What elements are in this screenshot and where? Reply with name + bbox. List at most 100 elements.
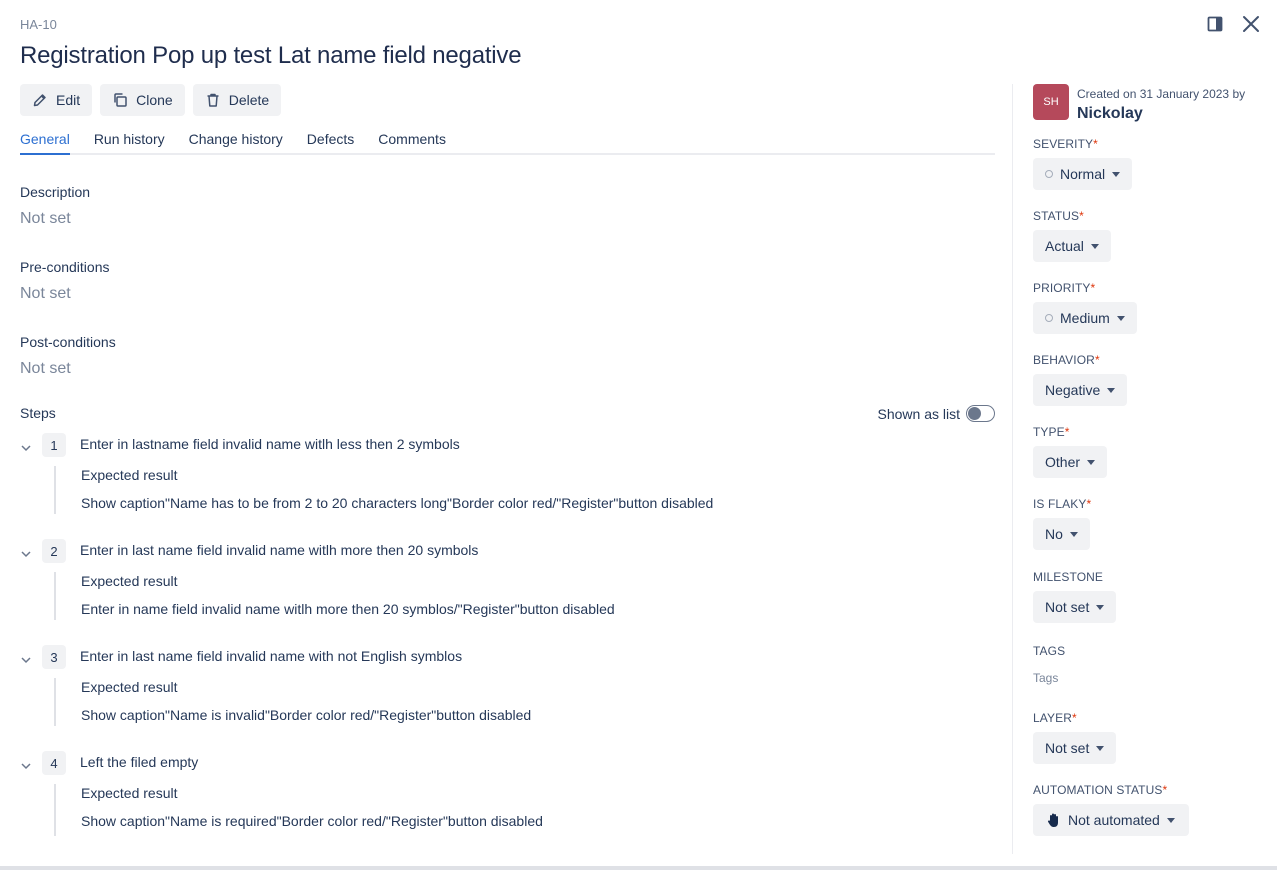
required-mark: *	[1079, 209, 1084, 223]
is-flaky-value: No	[1045, 526, 1063, 542]
expected-result-label: Expected result	[81, 467, 178, 483]
milestone-field: MILESTONE Not set	[1033, 570, 1273, 623]
tags-field: TAGS Tags	[1033, 644, 1273, 685]
postconditions-label: Post-conditions	[20, 334, 116, 350]
expected-result-text: Show caption"Name is invalid"Border colo…	[81, 707, 532, 723]
delete-label: Delete	[228, 92, 270, 108]
tab-general[interactable]: General	[20, 131, 70, 155]
automation-status-value: Not automated	[1068, 812, 1160, 828]
step-text: Enter in last name field invalid name wi…	[80, 542, 479, 558]
description-value[interactable]: Not set	[20, 210, 71, 228]
expected-result-label: Expected result	[81, 785, 178, 801]
shown-as-list-toggle[interactable]	[966, 405, 995, 422]
pencil-icon	[33, 94, 46, 107]
caret-down-icon	[1096, 745, 1105, 751]
priority-select[interactable]: Medium	[1033, 302, 1137, 334]
expected-result-label: Expected result	[81, 679, 178, 695]
required-mark: *	[1064, 425, 1070, 439]
milestone-value: Not set	[1045, 599, 1090, 615]
step-text: Left the filed empty	[80, 754, 199, 770]
chevron-down-icon[interactable]	[20, 548, 32, 560]
chevron-down-icon[interactable]	[20, 442, 32, 454]
severity-field: SEVERITY* Normal	[1033, 137, 1273, 190]
priority-field: PRIORITY* Medium	[1033, 281, 1273, 334]
status-dot-icon	[1045, 170, 1053, 178]
clone-button[interactable]: Clone	[100, 84, 185, 116]
step-expected: Expected result Show caption"Name has to…	[54, 466, 954, 514]
layer-value: Not set	[1045, 740, 1090, 756]
issue-key: HA-10	[20, 17, 57, 32]
caret-down-icon	[1096, 604, 1105, 610]
automation-status-select[interactable]: Not automated	[1033, 804, 1189, 836]
expected-result-label: Expected result	[81, 573, 178, 589]
severity-value: Normal	[1060, 166, 1106, 182]
tags-input[interactable]: Tags	[1033, 671, 1273, 685]
type-field: TYPE* Other	[1033, 425, 1273, 478]
layer-field: LAYER* Not set	[1033, 711, 1273, 764]
severity-select[interactable]: Normal	[1033, 158, 1133, 190]
description-label: Description	[20, 184, 91, 200]
created-text: Created on 31 January 2023 by	[1077, 87, 1246, 101]
preconditions-label: Pre-conditions	[20, 259, 110, 275]
postconditions-value[interactable]: Not set	[20, 360, 71, 378]
status-field: STATUS* Actual	[1033, 209, 1273, 262]
step-number: 2	[42, 539, 66, 563]
milestone-select[interactable]: Not set	[1033, 591, 1117, 623]
caret-down-icon	[1107, 387, 1116, 393]
page-title: Registration Pop up test Lat name field …	[20, 42, 522, 69]
type-value: Other	[1045, 454, 1081, 470]
tags-label: TAGS	[1033, 644, 1066, 658]
layer-label: LAYER	[1033, 711, 1072, 725]
copy-icon	[114, 93, 127, 107]
top-actions	[1203, 12, 1263, 36]
type-select[interactable]: Other	[1033, 446, 1108, 478]
layer-select[interactable]: Not set	[1033, 732, 1117, 764]
behavior-select[interactable]: Negative	[1033, 374, 1128, 406]
panel-divider	[1012, 84, 1013, 854]
priority-label: PRIORITY	[1033, 281, 1091, 295]
close-icon	[1243, 16, 1259, 32]
edit-label: Edit	[56, 92, 81, 108]
preconditions-value[interactable]: Not set	[20, 285, 71, 303]
is-flaky-label: IS FLAKY	[1033, 497, 1087, 511]
side-panel-button[interactable]	[1203, 12, 1227, 36]
status-label: STATUS	[1033, 209, 1080, 223]
edit-button[interactable]: Edit	[20, 84, 93, 116]
avatar: SH	[1033, 84, 1069, 120]
status-select[interactable]: Actual	[1033, 230, 1111, 262]
behavior-label: BEHAVIOR	[1033, 353, 1095, 367]
tab-run-history[interactable]: Run history	[94, 131, 165, 155]
expected-result-text: Show caption"Name is required"Border col…	[81, 813, 543, 829]
behavior-value: Negative	[1045, 382, 1101, 398]
tab-defects[interactable]: Defects	[307, 131, 354, 155]
caret-down-icon	[1069, 531, 1078, 537]
creator-name[interactable]: Nickolay	[1077, 105, 1143, 123]
chevron-down-icon[interactable]	[20, 760, 32, 772]
required-mark: *	[1090, 281, 1096, 295]
automation-status-label: AUTOMATION STATUS	[1033, 783, 1163, 797]
status-value: Actual	[1045, 238, 1084, 254]
is-flaky-select[interactable]: No	[1033, 518, 1090, 550]
tab-comments[interactable]: Comments	[378, 131, 446, 155]
tab-bar: General Run history Change history Defec…	[20, 131, 995, 155]
shown-as-list-toggle-wrap: Shown as list	[878, 405, 995, 422]
caret-down-icon	[1090, 243, 1099, 249]
toolbar: Edit Clone Delete	[20, 84, 282, 116]
caret-down-icon	[1112, 171, 1121, 177]
steps-label: Steps	[20, 405, 56, 421]
type-label: TYPE	[1033, 425, 1065, 439]
expected-result-text: Enter in name field invalid name witlh m…	[81, 601, 615, 617]
close-button[interactable]	[1239, 12, 1263, 36]
tab-change-history[interactable]: Change history	[189, 131, 283, 155]
caret-down-icon	[1116, 315, 1125, 321]
required-mark: *	[1162, 783, 1168, 797]
chevron-down-icon[interactable]	[20, 654, 32, 666]
severity-label: SEVERITY	[1033, 137, 1094, 151]
delete-button[interactable]: Delete	[192, 84, 282, 116]
side-panel-icon	[1207, 16, 1223, 32]
caret-down-icon	[1166, 817, 1175, 823]
clone-label: Clone	[136, 92, 173, 108]
step-text: Enter in lastname field invalid name wit…	[80, 436, 460, 452]
step-number: 3	[42, 645, 66, 669]
caret-down-icon	[1087, 459, 1096, 465]
